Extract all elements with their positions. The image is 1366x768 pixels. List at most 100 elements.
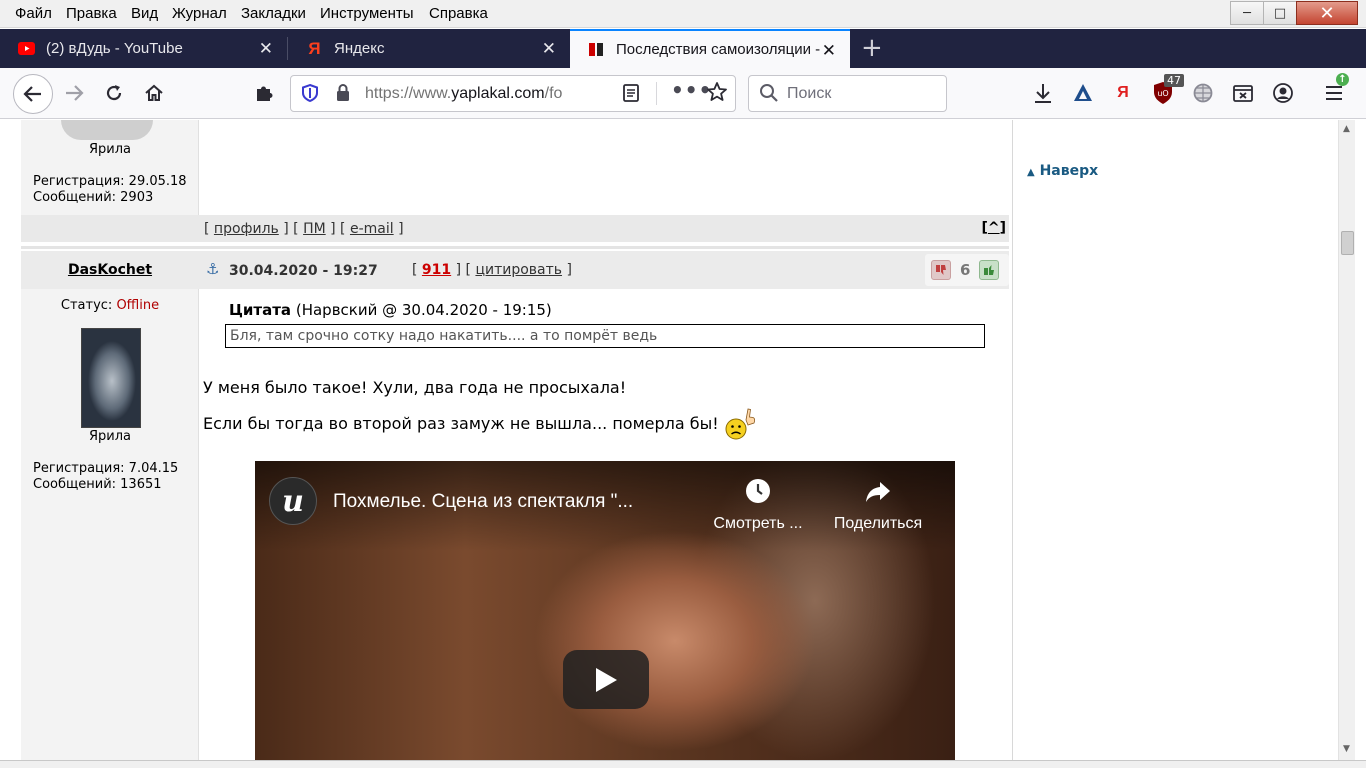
home-button[interactable] [138, 77, 170, 109]
extensions-button[interactable] [248, 77, 280, 109]
tab-yandex[interactable]: Я Яндекс ✕ [288, 29, 570, 68]
app-menu-icon[interactable]: ↑ [1321, 73, 1349, 106]
registration-date: Регистрация: 29.05.18 [33, 174, 187, 189]
to-top-label: Наверх [1039, 163, 1099, 179]
to-top-link[interactable]: ▲ Наверх [1027, 163, 1098, 179]
prev-post-footer: [ профиль ] [ ПМ ] [ e-mail ] [^] [21, 215, 1009, 242]
post-user-panel: Статус: Offline Ярила Регистрация: 7.04.… [21, 289, 199, 760]
scroll-top-caret: ^ [987, 220, 1000, 236]
vpn-extension-icon[interactable] [1070, 80, 1096, 106]
back-button[interactable] [13, 74, 53, 114]
rating-widget: 6 [925, 254, 1009, 286]
reload-icon [106, 85, 122, 101]
account-icon[interactable] [1270, 80, 1296, 106]
url-scheme: https://www. [365, 85, 452, 102]
reload-button[interactable] [98, 77, 130, 109]
quote-link[interactable]: цитировать [475, 262, 562, 278]
globe-extension-icon[interactable] [1190, 80, 1216, 106]
scrollbar-thumb[interactable] [1341, 231, 1354, 255]
menu-help[interactable]: Справка [429, 5, 488, 22]
video-title[interactable]: Похмелье. Сцена из спектакля "... [333, 491, 633, 513]
tab-youtube[interactable]: (2) вДудь - YouTube ✕ [0, 29, 287, 68]
close-tab-icon[interactable]: ✕ [542, 39, 556, 59]
ublock-badge: 47 [1164, 74, 1184, 87]
minimize-button[interactable]: ─ [1230, 1, 1264, 25]
bookmark-star-icon[interactable] [706, 81, 728, 107]
menu-bookmarks[interactable]: Закладки [241, 5, 306, 22]
search-icon [759, 82, 779, 109]
play-button[interactable] [563, 650, 649, 709]
status-offline: Offline [116, 298, 160, 313]
tab-title: (2) вДудь - YouTube [46, 40, 183, 57]
url-domain: yaplakal.com [451, 85, 545, 102]
close-tab-icon[interactable]: ✕ [822, 41, 836, 61]
email-link[interactable]: e-mail [350, 221, 394, 237]
screenshot-extension-icon[interactable] [1230, 80, 1256, 106]
post-number-link[interactable]: 911 [422, 262, 451, 278]
menu-tools[interactable]: Инструменты [320, 5, 414, 22]
update-available-icon: ↑ [1336, 73, 1349, 86]
share-label: Поделиться [833, 515, 923, 532]
avatar [61, 120, 153, 140]
tab-title: Яндекс [334, 40, 385, 57]
thumbs-up-icon[interactable] [979, 260, 999, 280]
scroll-top-link[interactable]: [^] [981, 220, 1006, 236]
profile-link[interactable]: профиль [214, 221, 279, 237]
scroll-down-icon[interactable]: ▼ [1343, 744, 1350, 754]
prev-post-body [200, 120, 1009, 215]
page-scrollbar[interactable]: ▲ ▼ [1338, 120, 1355, 760]
post-footer-links: [ профиль ] [ ПМ ] [ e-mail ] [204, 221, 404, 237]
status-strip [0, 760, 1366, 768]
close-tab-icon[interactable]: ✕ [259, 39, 273, 59]
caret-up-icon: ▲ [1027, 167, 1035, 178]
message-count: Сообщений: 2903 [33, 190, 154, 205]
tab-yaplakal[interactable]: Последствия самоизоляции - ✕ [570, 29, 850, 68]
tab-bar: (2) вДудь - YouTube ✕ Я Яндекс ✕ Последс… [0, 29, 1366, 68]
url-text[interactable]: https://www.yaplakal.com/fo [365, 85, 577, 103]
post-text-line-2-text: Если бы тогда во второй раз замуж не выш… [203, 414, 719, 433]
play-icon [596, 667, 617, 692]
reader-view-icon[interactable] [622, 83, 640, 107]
quote-title: Цитата [229, 301, 292, 319]
anchor-icon[interactable]: ⚓ [206, 260, 219, 278]
user-status: Статус: Offline [21, 298, 199, 313]
pm-link[interactable]: ПМ [303, 221, 326, 237]
prev-post-user-panel: Ярила Регистрация: 29.05.18 Сообщений: 2… [21, 120, 199, 215]
thumbs-down-icon[interactable] [931, 260, 951, 280]
post-author-link[interactable]: DasKochet [21, 262, 199, 278]
quote-header: Цитата (Нарвский @ 30.04.2020 - 19:15) [229, 301, 552, 319]
new-tab-icon[interactable]: + [861, 33, 883, 63]
youtube-video-embed[interactable]: и Похмелье. Сцена из спектакля "... Смот… [255, 461, 955, 760]
page-viewport: Ярила Регистрация: 29.05.18 Сообщений: 2… [0, 120, 1366, 760]
nav-bar: https://www.yaplakal.com/fo ••• Поиск Я … [0, 68, 1366, 119]
menu-history[interactable]: Журнал [172, 5, 227, 22]
watch-later-button[interactable]: Смотреть ... [703, 477, 813, 533]
right-sidebar: ▲ Наверх [1012, 120, 1337, 760]
lock-icon[interactable] [335, 83, 351, 107]
smiley-sad-pointing-icon [725, 408, 755, 440]
forward-button[interactable] [58, 77, 90, 109]
share-button[interactable]: Поделиться [823, 477, 933, 533]
search-input[interactable]: Поиск [787, 85, 831, 103]
yaplakal-icon [588, 41, 605, 58]
maximize-button[interactable]: □ [1263, 1, 1297, 25]
quote-box: Бля, там срочно сотку надо накатить.... … [225, 324, 985, 348]
close-window-button[interactable]: ✕ [1296, 1, 1358, 25]
search-bar[interactable]: Поиск [748, 75, 947, 112]
post-datetime: 30.04.2020 - 19:27 [229, 263, 378, 279]
clock-icon [746, 479, 770, 503]
share-arrow-icon [866, 482, 890, 502]
url-bar[interactable]: https://www.yaplakal.com/fo ••• [290, 75, 736, 112]
menu-file[interactable]: Файл [15, 5, 52, 22]
ublock-icon[interactable]: uO 47 [1150, 74, 1184, 106]
channel-logo-icon[interactable]: и [269, 477, 317, 525]
menu-edit[interactable]: Правка [66, 5, 117, 22]
yandex-extension-icon[interactable]: Я [1110, 80, 1136, 106]
user-group-label: Ярила [88, 429, 131, 444]
post-header: DasKochet ⚓ 30.04.2020 - 19:27 [ 911 ] [… [21, 251, 1009, 289]
menu-view[interactable]: Вид [131, 5, 158, 22]
tracking-protection-shield-icon[interactable] [301, 83, 319, 107]
post-text-line-1: У меня было такое! Хули, два года не про… [203, 378, 627, 397]
downloads-icon[interactable] [1030, 80, 1056, 106]
scroll-up-icon[interactable]: ▲ [1343, 124, 1350, 134]
